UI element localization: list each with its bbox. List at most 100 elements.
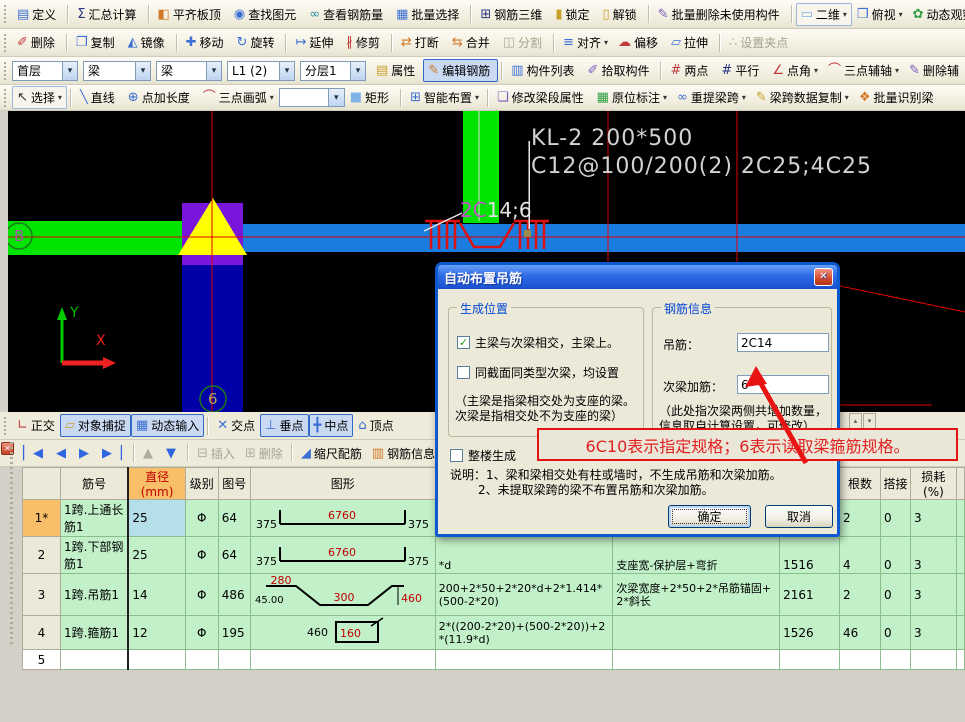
grid-cell[interactable]: Φ (184, 536, 219, 574)
beam-green-left[interactable] (8, 221, 182, 255)
toolbar-button[interactable]: ⌂ 顶点 (353, 414, 398, 437)
floor-combo[interactable]: 首层 ▾ (12, 60, 78, 81)
toolbar-button[interactable]: ∠ 点角 ▾ (767, 59, 823, 82)
toolbar-button[interactable]: ╲ 直线 (75, 86, 123, 109)
toolbar-button[interactable]: ▦ 动态输入 (130, 414, 205, 437)
grid-cell[interactable]: 2 (839, 573, 881, 616)
column-header[interactable] (22, 467, 61, 500)
column-header[interactable]: 筋号 (59, 467, 129, 500)
toolbar-button[interactable]: # 平行 (716, 59, 767, 82)
element-type-combo[interactable]: 梁 ▾ (156, 60, 222, 81)
toolbar-button[interactable]: ❏ 修改梁段属性 (492, 86, 592, 109)
grid-cell[interactable]: 64 (217, 499, 251, 537)
row-number[interactable]: 2 (22, 536, 61, 574)
toolbar-button[interactable]: ▤ 定义 (12, 3, 64, 26)
grid-cell[interactable] (434, 649, 614, 670)
grid-cell[interactable]: 0 (879, 499, 911, 537)
rebar-shape-cell[interactable]: 375 6760 375 (249, 536, 436, 574)
toolbar-button[interactable]: ◉ 查找图元 (229, 3, 304, 26)
toolbar-button[interactable]: ⊕ 点加长度 (123, 86, 198, 109)
grid-cell[interactable]: 3 (909, 499, 957, 537)
grid-cell[interactable]: Φ (184, 499, 219, 537)
toolbar-button[interactable]: ✕ 交点 (212, 414, 260, 437)
toolbar-button[interactable]: ◫ 分割 (498, 31, 550, 54)
grid-cell[interactable]: 0 (879, 536, 911, 574)
grid-cell[interactable] (127, 649, 186, 670)
grid-cell[interactable] (909, 649, 957, 670)
grid-cell[interactable]: 1跨.下部钢筋1 (59, 536, 129, 574)
toolbar-button[interactable]: ▮ 锁定 (550, 3, 597, 26)
toolbar-button[interactable]: ▥ 构件列表 (506, 59, 582, 82)
toolbar-button[interactable]: # 两点 (665, 59, 716, 82)
grid-cell[interactable]: 200+2*50+2*20*d+2*1.414*(500-2*20) (434, 573, 614, 616)
grid-cell[interactable] (217, 649, 251, 670)
toolbar-button[interactable]: ▶ (74, 444, 97, 463)
toolbar-button[interactable]: ◢ 缩尺配筋 (296, 442, 367, 465)
layer-combo[interactable]: 分层1 ▾ (300, 60, 366, 81)
toolbar-button[interactable]: ▏◀ (18, 444, 51, 463)
toolbar-button[interactable]: ∟ 正交 (12, 414, 60, 437)
scroll-up-icon[interactable]: ▴ (849, 413, 862, 429)
toolbar-button[interactable]: ⇆ 合并 (447, 31, 498, 54)
toolbar-scroll[interactable]: ▴ ▾ (849, 413, 876, 429)
toolbar-button[interactable]: ✎ 编辑钢筋 (423, 59, 499, 82)
grid-cell[interactable]: 2 (839, 499, 881, 537)
toolbar-button[interactable]: ▦ 原位标注 ▾ (592, 86, 672, 109)
category-combo[interactable]: 梁 ▾ (83, 60, 151, 81)
toolbar-button[interactable]: ✿ 动态观察 (908, 3, 965, 26)
grid-cell[interactable]: 64 (217, 536, 251, 574)
chevron-down-icon[interactable]: ▾ (135, 61, 150, 80)
column-header[interactable]: 根数 (839, 467, 881, 500)
toolbar-button[interactable]: ■ 矩形 (345, 86, 397, 109)
cancel-button[interactable]: 取消 (765, 505, 833, 528)
grid-cell[interactable]: 次梁宽度+2*50+2*吊筋锚固+2*斜长 (612, 573, 781, 616)
grid-cell[interactable]: 1跨.吊筋1 (59, 573, 129, 616)
row-number[interactable]: 5 (22, 649, 61, 670)
toolbar-button[interactable]: ❐ 复制 (71, 31, 123, 54)
column-header[interactable]: 图形 (249, 467, 436, 500)
rebar-shape-cell[interactable]: 375 6760 375 (249, 499, 436, 537)
grid-cell[interactable] (779, 649, 841, 670)
chevron-down-icon[interactable]: ▾ (62, 61, 77, 80)
toolbar-button[interactable]: ⊞ 删除 (240, 442, 288, 465)
column-header[interactable]: 搭接 (879, 467, 911, 500)
grid-cell[interactable]: 3 (909, 573, 957, 616)
column-header-diameter[interactable]: 直径(mm) (127, 467, 186, 500)
grid-cell[interactable]: 0 (879, 573, 911, 616)
grid-cell[interactable]: 4 (839, 536, 881, 574)
toolbar-button[interactable]: ⌒ 三点辅轴 ▾ (823, 59, 904, 82)
grid-cell[interactable]: 1跨.上通长筋1 (59, 499, 129, 537)
toolbar-button[interactable]: ◭ 镜像 (123, 31, 173, 54)
toolbar-button[interactable]: ▶▕ (97, 444, 130, 463)
toolbar-button[interactable]: ▱ 对象捕捉 (59, 414, 131, 437)
grid-cell[interactable]: 2161 (779, 573, 841, 616)
toolbar-button[interactable]: ▥ 钢筋信息 (367, 442, 440, 465)
scroll-down-icon[interactable]: ▾ (863, 413, 876, 429)
toolbar-button[interactable]: ∞ 重提梁跨 ▾ (672, 86, 751, 109)
grid-cell[interactable]: 1跨.箍筋1 (59, 615, 129, 650)
chevron-down-icon[interactable]: ▾ (206, 61, 221, 80)
panel-grip[interactable] (10, 442, 13, 646)
toolbar-button[interactable]: ≡ 对齐 ▾ (558, 31, 613, 54)
grid-cell[interactable] (612, 649, 781, 670)
column-header[interactable]: 损耗(%) (909, 467, 957, 500)
grid-cell[interactable]: 3 (909, 615, 957, 650)
beam-blue-main[interactable] (243, 224, 965, 252)
chevron-down-icon[interactable]: ▾ (350, 61, 365, 80)
grid-cell[interactable] (59, 649, 129, 670)
row-number[interactable]: 1* (22, 499, 61, 537)
grid-cell[interactable]: Φ (184, 615, 219, 650)
toolbar-button[interactable]: ⊞ 钢筋三维 (475, 3, 550, 26)
hanging-rebar-input[interactable] (737, 333, 829, 352)
toolbar-button[interactable]: ▭ 二维 ▾ (795, 2, 852, 26)
grid-cell[interactable] (879, 649, 911, 670)
grid-cell[interactable]: 14 (127, 573, 186, 616)
toolbar-button[interactable]: ▯ 解锁 (597, 3, 644, 26)
grid-cell[interactable]: 2*((200-2*20)+(500-2*20))+2*(11.9*d) (434, 615, 614, 650)
grid-cell[interactable]: 486 (217, 573, 251, 616)
toolbar-button[interactable]: ⌒ 三点画弧 ▾ (198, 86, 279, 109)
column-header[interactable]: 图号 (217, 467, 251, 500)
grid-cell[interactable]: 25 (127, 536, 186, 574)
toolbar-button[interactable]: ∦ 修剪 (341, 31, 388, 54)
toolbar-button[interactable]: ✎ 梁跨数据复制 ▾ (751, 86, 854, 109)
